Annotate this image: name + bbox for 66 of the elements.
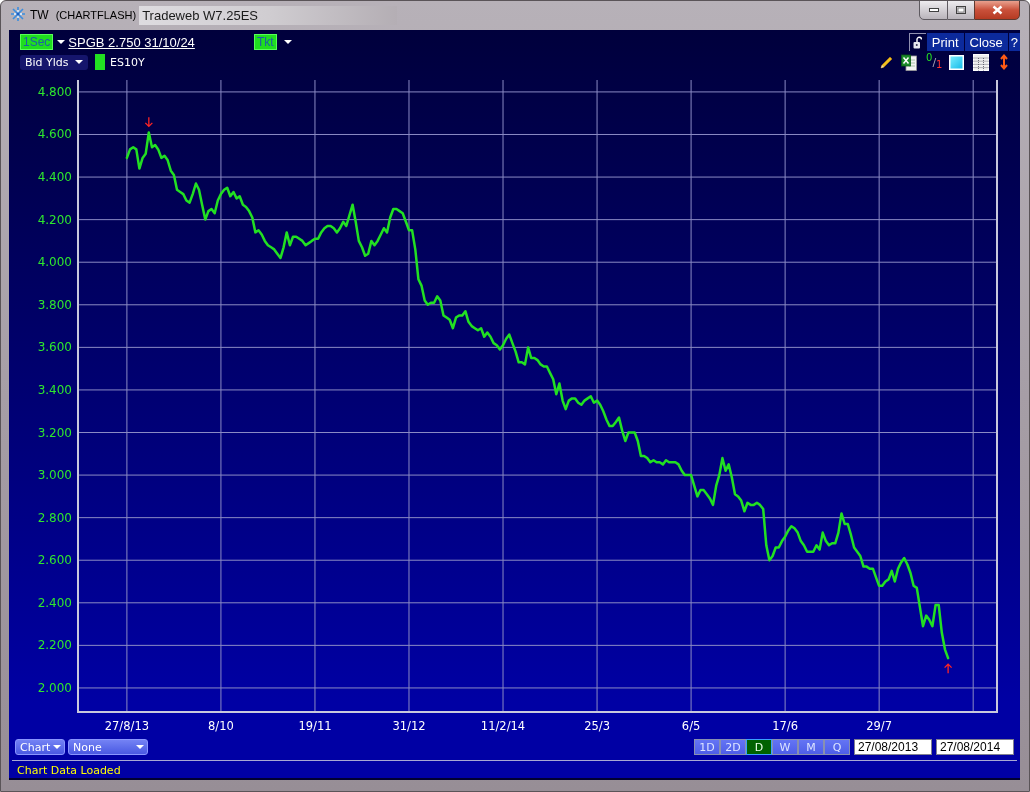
instrument-link[interactable]: SPGB 2.750 31/10/24 <box>68 35 195 49</box>
x-tick-label: 8/10 <box>208 719 234 733</box>
table-icon[interactable] <box>973 53 989 71</box>
y-tick-label: 2.800 <box>37 510 72 525</box>
y-tick-label: 3.600 <box>37 340 72 355</box>
interval-button[interactable]: 1Sec <box>20 34 54 50</box>
period-tab[interactable]: Q <box>824 739 850 755</box>
y-tick-label: 3.800 <box>37 297 72 312</box>
caret-icon <box>53 745 61 749</box>
maximize-icon <box>956 6 966 14</box>
period-tab[interactable]: D <box>746 739 772 755</box>
window-title: TW <box>30 7 49 23</box>
chart-type-dropdown[interactable]: Chart <box>15 739 65 755</box>
padlock-icon <box>913 36 923 49</box>
up-down-arrow-icon[interactable] <box>1000 54 1008 70</box>
legend-label: ES10Y <box>110 56 145 68</box>
close-window-button[interactable] <box>974 1 1020 20</box>
measure-dropdown[interactable]: Bid Ylds <box>20 54 88 70</box>
period-tab[interactable]: 1D <box>694 739 720 755</box>
ticket-button[interactable]: Tkt <box>254 34 277 50</box>
x-tick-label: 27/8/13 <box>104 719 150 733</box>
y-tick-label: 2.000 <box>37 680 72 695</box>
spreadsheet-icon[interactable] <box>901 53 917 71</box>
x-tick-label: 17/6 <box>772 719 799 733</box>
arrow-down-icon <box>144 116 153 128</box>
caret-icon <box>75 60 83 64</box>
y-tick-label: 4.000 <box>37 255 72 270</box>
logo-icon <box>10 6 26 22</box>
caret-icon[interactable] <box>283 40 292 44</box>
x-tick-label: 19/11 <box>298 719 332 733</box>
y-tick-label: 4.600 <box>37 127 72 142</box>
x-tick-label: 11/2/14 <box>480 719 526 733</box>
overlay-dropdown[interactable]: None <box>68 739 148 755</box>
period-tab[interactable]: 2D <box>720 739 746 755</box>
y-tick-label: 4.800 <box>37 84 72 99</box>
arrow-up-icon <box>943 663 953 674</box>
period-tab[interactable]: W <box>772 739 798 755</box>
period-tab[interactable]: M <box>798 739 824 755</box>
y-tick-label: 4.400 <box>37 170 72 185</box>
y-tick-label: 2.200 <box>37 638 72 653</box>
x-tick-label: 29/7 <box>866 719 893 733</box>
caret-icon <box>136 745 144 749</box>
window-mode: (CHARTFLASH) <box>55 8 137 23</box>
toolbar-button[interactable]: Close <box>963 33 1008 51</box>
status-message: Chart Data Loaded <box>17 764 121 776</box>
lock-button[interactable] <box>908 33 926 51</box>
maximize-button[interactable] <box>948 1 974 20</box>
minimize-button[interactable] <box>919 1 948 20</box>
window-subtitle: Tradeweb W7.25ES <box>139 6 398 25</box>
y-tick-label: 3.000 <box>37 468 72 483</box>
x-tick-label: 31/12 <box>392 719 426 733</box>
minimize-icon <box>928 8 939 12</box>
y-tick-label: 4.200 <box>37 212 72 227</box>
x-tick-label: 25/3 <box>584 719 610 733</box>
date-field[interactable]: 27/08/2014 <box>936 739 1014 755</box>
date-field[interactable]: 27/08/2013 <box>854 739 932 755</box>
toolbar-button[interactable]: Print <box>925 33 964 51</box>
y-tick-label: 3.400 <box>37 382 72 397</box>
filled-square-icon[interactable] <box>949 54 964 70</box>
caret-icon[interactable] <box>57 40 66 44</box>
y-tick-label: 3.200 <box>37 425 72 440</box>
y-tick-label: 2.600 <box>37 553 72 568</box>
close-icon <box>991 5 1003 15</box>
x-tick-label: 6/5 <box>681 719 701 733</box>
y-tick-label: 2.400 <box>37 595 72 610</box>
pencil-icon[interactable] <box>879 54 894 70</box>
